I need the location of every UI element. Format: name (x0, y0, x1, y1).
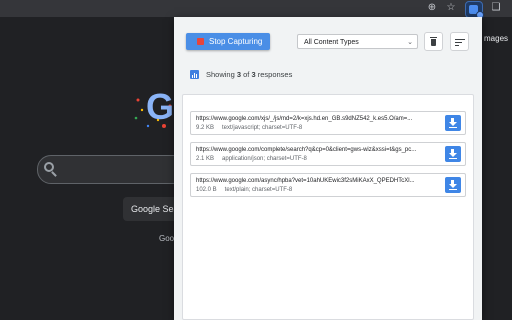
search-icon (44, 162, 54, 172)
response-row[interactable]: https://www.google.com/xjs/_/js/md=2/k=x… (190, 111, 466, 135)
response-row[interactable]: https://www.google.com/async/hpba?vet=10… (190, 173, 466, 197)
star-icon[interactable]: ☆ (445, 2, 457, 14)
network-capture-extension-icon[interactable] (465, 1, 484, 19)
sort-icon (455, 39, 465, 40)
download-button[interactable] (445, 146, 461, 162)
clear-button[interactable] (424, 32, 443, 51)
response-size: 102.0 B (196, 187, 217, 193)
status-suffix: responses (255, 70, 293, 79)
status-middle: of (241, 70, 252, 79)
content-type-select[interactable]: All Content Types ⌄ (297, 34, 418, 49)
response-mime: text/javascript; charset=UTF-8 (222, 125, 303, 131)
images-link[interactable]: mages (484, 34, 508, 43)
content-type-selected: All Content Types (304, 39, 359, 46)
status-prefix: Showing (206, 70, 237, 79)
response-mime: application/json; charset=UTF-8 (222, 156, 307, 162)
download-button[interactable] (445, 115, 461, 131)
response-size: 9.2 KB (196, 125, 215, 131)
response-mime: text/plain; charset=UTF-8 (224, 187, 293, 193)
chevron-down-icon: ⌄ (407, 38, 413, 46)
response-row[interactable]: https://www.google.com/complete/search?q… (190, 142, 466, 166)
stop-capturing-button[interactable]: Stop Capturing (186, 33, 270, 50)
response-size: 2.1 KB (196, 156, 215, 162)
trash-icon (430, 37, 437, 38)
stop-capturing-label: Stop Capturing (209, 37, 263, 46)
zoom-icon[interactable]: ⊕ (426, 2, 438, 14)
download-button[interactable] (445, 177, 461, 193)
response-url: https://www.google.com/complete/search?q… (196, 147, 417, 153)
browser-toolbar: ⊕ ☆ ❑ (0, 0, 512, 19)
sort-button[interactable] (450, 32, 469, 51)
response-url: https://www.google.com/async/hpba?vet=10… (196, 178, 415, 184)
bar-chart-icon (190, 70, 199, 79)
stop-icon (197, 38, 204, 45)
google-logo-letter: G (146, 86, 175, 127)
response-url: https://www.google.com/xjs/_/js/md=2/k=x… (196, 116, 413, 122)
capture-popup: Stop Capturing All Content Types ⌄ Showi… (174, 17, 482, 320)
puzzle-icon[interactable]: ❑ (490, 2, 502, 14)
